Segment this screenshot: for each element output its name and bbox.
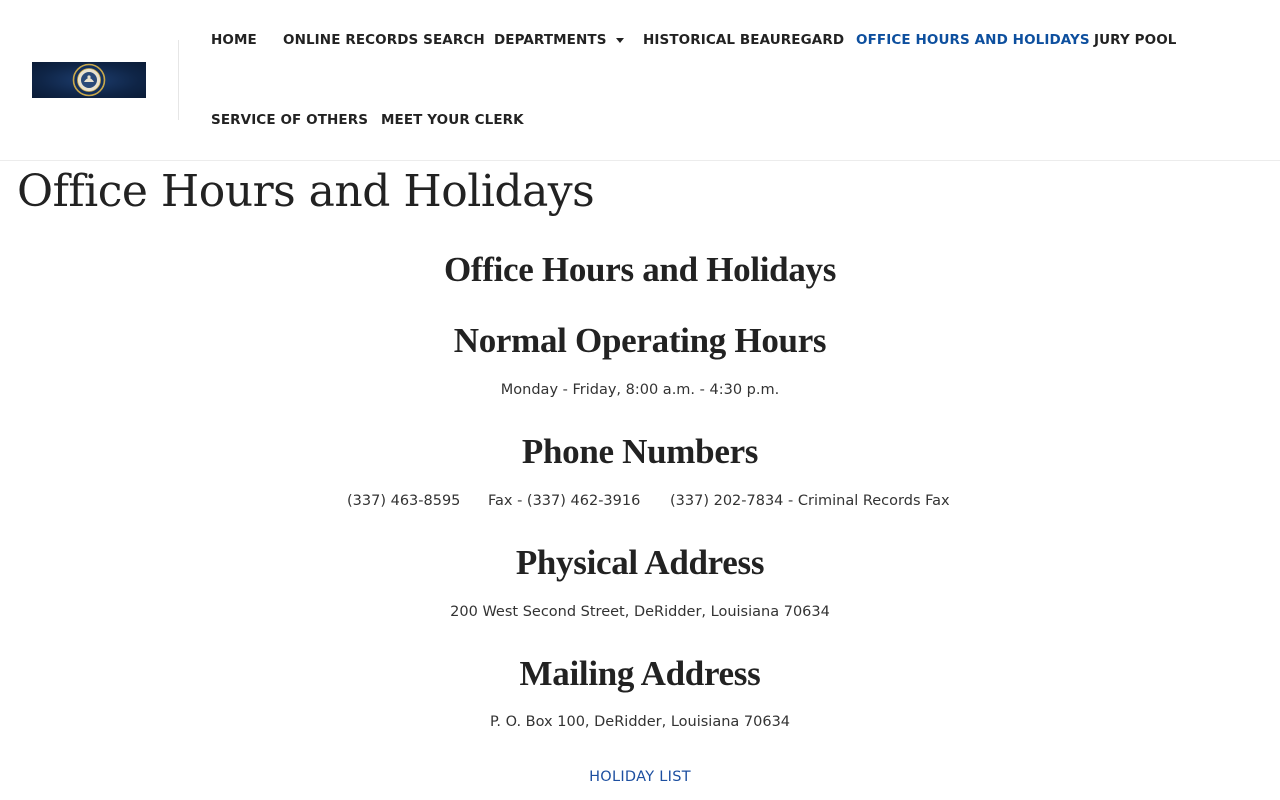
nav-label: MEET YOUR CLERK bbox=[381, 112, 524, 128]
physical-address-heading: Physical Address bbox=[515, 543, 765, 582]
header-divider bbox=[178, 40, 179, 120]
nav-label: SERVICE OF OTHERS bbox=[211, 112, 369, 128]
phone-main: (337) 463-8595 bbox=[347, 493, 461, 509]
nav-home[interactable]: HOME bbox=[211, 30, 257, 50]
nav-label: ONLINE RECORDS SEARCH bbox=[283, 32, 485, 48]
holiday-list-link[interactable]: HOLIDAY LIST bbox=[589, 769, 691, 785]
phone-criminal-fax: (337) 202-7834 - Criminal Records Fax bbox=[670, 493, 950, 509]
holiday-list-container: HOLIDAY LIST bbox=[0, 766, 1280, 785]
nav-meet-your-clerk[interactable]: MEET YOUR CLERK bbox=[381, 110, 524, 130]
hours-text: Monday - Friday, 8:00 a.m. - 4:30 p.m. bbox=[500, 382, 780, 398]
nav-label: JURY POOL bbox=[1094, 32, 1177, 48]
seal-icon bbox=[72, 63, 106, 97]
nav-label: HOME bbox=[211, 32, 257, 48]
nav-online-records-search[interactable]: ONLINE RECORDS SEARCH bbox=[283, 30, 485, 50]
physical-address-text: 200 West Second Street, DeRidder, Louisi… bbox=[450, 604, 830, 620]
nav-departments[interactable]: DEPARTMENTS bbox=[494, 30, 624, 50]
nav-service-of-others[interactable]: SERVICE OF OTHERS bbox=[211, 110, 368, 130]
hours-heading: Normal Operating Hours bbox=[453, 321, 827, 360]
section-heading-main: Office Hours and Holidays bbox=[443, 250, 837, 289]
site-header: HOME ONLINE RECORDS SEARCH DEPARTMENTS H… bbox=[0, 0, 1280, 161]
site-logo[interactable] bbox=[32, 62, 146, 98]
page-title: Office Hours and Holidays bbox=[17, 166, 595, 217]
nav-jury-pool[interactable]: JURY POOL bbox=[1094, 30, 1176, 50]
nav-label: DEPARTMENTS bbox=[494, 32, 607, 48]
phones-heading: Phone Numbers bbox=[521, 432, 759, 471]
phone-fax: Fax - (337) 462-3916 bbox=[488, 493, 641, 509]
nav-label: HISTORICAL BEAUREGARD bbox=[643, 32, 845, 48]
nav-historical-beauregard[interactable]: HISTORICAL BEAUREGARD bbox=[643, 30, 844, 50]
mailing-address-heading: Mailing Address bbox=[519, 654, 761, 693]
nav-label: OFFICE HOURS AND HOLIDAYS bbox=[856, 32, 1090, 48]
caret-down-icon bbox=[615, 37, 624, 43]
phone-list: (337) 463-8595 Fax - (337) 462-3916 (337… bbox=[0, 493, 1280, 513]
nav-office-hours-and-holidays[interactable]: OFFICE HOURS AND HOLIDAYS bbox=[856, 30, 1090, 50]
mailing-address-text: P. O. Box 100, DeRidder, Louisiana 70634 bbox=[489, 714, 791, 730]
